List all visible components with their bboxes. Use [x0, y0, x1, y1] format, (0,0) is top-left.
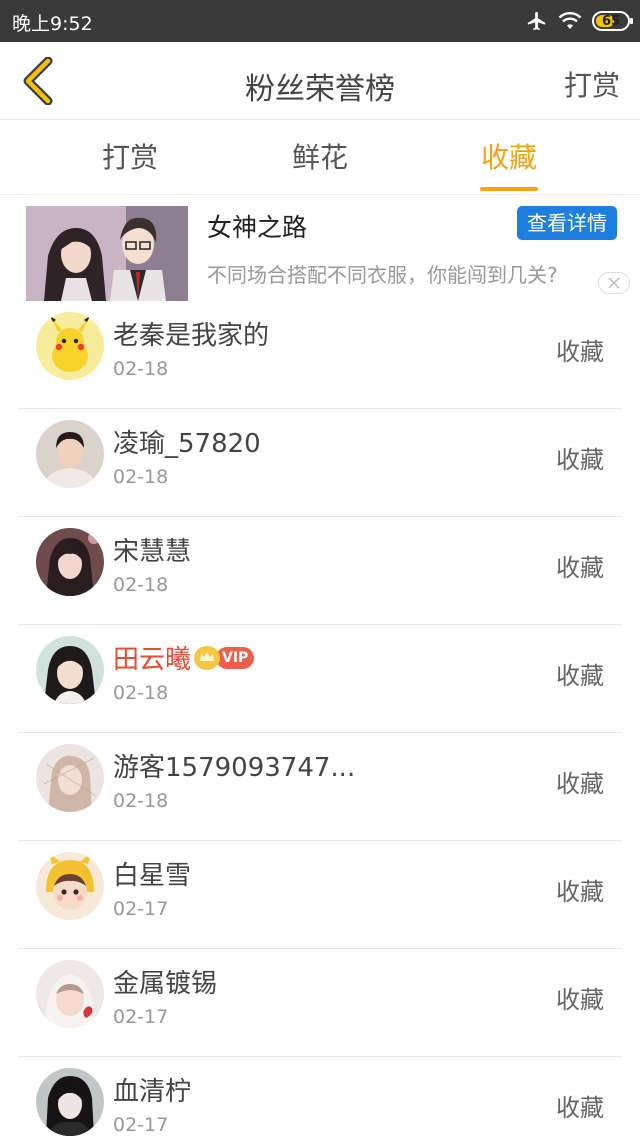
list-item[interactable]: 宋慧慧 02-18 收藏 [0, 517, 640, 625]
ad-title: 女神之路 [207, 213, 308, 242]
avatar [36, 852, 104, 920]
tab-reward[interactable]: 打赏 [65, 121, 195, 195]
fan-list: 老秦是我家的 02-18 收藏 凌瑜_57820 02-18 收藏 宋慧慧 02… [0, 301, 640, 1138]
wifi-icon [558, 12, 582, 29]
list-item[interactable]: 老秦是我家的 02-18 收藏 [0, 301, 640, 409]
list-item[interactable]: 凌瑜_57820 02-18 收藏 [0, 409, 640, 517]
date: 02-18 [113, 466, 169, 488]
reward-button[interactable]: 打赏 [564, 64, 620, 104]
list-item[interactable]: 田云曦 VIP 02-18 收藏 [0, 625, 640, 733]
ad-details-button[interactable]: 查看详情 [517, 206, 617, 240]
avatar [36, 960, 104, 1028]
user-name: 宋慧慧 [113, 537, 192, 567]
action-label: 收藏 [556, 554, 604, 582]
date: 02-17 [113, 1006, 169, 1028]
page-title: 粉丝荣誉榜 [245, 72, 395, 107]
avatar [36, 744, 104, 812]
user-name: 游客1579093747... [113, 753, 356, 783]
user-name: 血清柠 [113, 1077, 192, 1107]
battery-level: 65 [601, 13, 621, 29]
ad-close-button[interactable] [598, 272, 630, 294]
date: 02-17 [113, 1114, 169, 1136]
battery-icon: 65 [592, 11, 633, 31]
avatar [36, 528, 104, 596]
status-time: 晚上9:52 [12, 13, 93, 35]
list-item[interactable]: 血清柠 02-17 收藏 [0, 1057, 640, 1138]
tab-favorites[interactable]: 收藏 [444, 121, 574, 195]
action-label: 收藏 [556, 1094, 604, 1122]
ad-image[interactable] [26, 206, 188, 301]
user-name: 老秦是我家的 [113, 321, 270, 351]
crown-icon [194, 645, 221, 670]
date: 02-18 [113, 682, 169, 704]
action-label: 收藏 [556, 986, 604, 1014]
date: 02-18 [113, 358, 169, 380]
user-name: 田云曦 VIP [113, 639, 255, 676]
date: 02-18 [113, 790, 169, 812]
list-item[interactable]: 游客1579093747... 02-18 收藏 [0, 733, 640, 841]
tab-bar: 打赏 鲜花 收藏 [0, 121, 640, 195]
ad-description: 不同场合搭配不同衣服，你能闯到几关? [207, 263, 558, 287]
tab-flowers[interactable]: 鲜花 [255, 121, 385, 195]
avatar [36, 420, 104, 488]
user-name: 金属镀锡 [113, 969, 218, 999]
date: 02-17 [113, 898, 169, 920]
action-label: 收藏 [556, 662, 604, 690]
vip-badge: VIP [216, 646, 255, 669]
close-icon [608, 277, 620, 289]
header: 粉丝荣誉榜 打赏 [0, 42, 640, 120]
avatar [36, 636, 104, 704]
ad-banner[interactable]: 女神之路 查看详情 不同场合搭配不同衣服，你能闯到几关? [0, 196, 640, 301]
status-bar: 晚上9:52 65 [0, 0, 640, 42]
action-label: 收藏 [556, 878, 604, 906]
user-name: 凌瑜_57820 [113, 429, 261, 459]
action-label: 收藏 [556, 338, 604, 366]
date: 02-18 [113, 574, 169, 596]
avatar [36, 1068, 104, 1136]
user-name: 白星雪 [113, 861, 192, 891]
active-tab-indicator [480, 187, 538, 191]
airplane-icon [527, 11, 546, 31]
list-item[interactable]: 金属镀锡 02-17 收藏 [0, 949, 640, 1057]
action-label: 收藏 [556, 446, 604, 474]
list-item[interactable]: 白星雪 02-17 收藏 [0, 841, 640, 949]
avatar [36, 312, 104, 380]
status-icons: 65 [526, 8, 633, 34]
action-label: 收藏 [556, 770, 604, 798]
